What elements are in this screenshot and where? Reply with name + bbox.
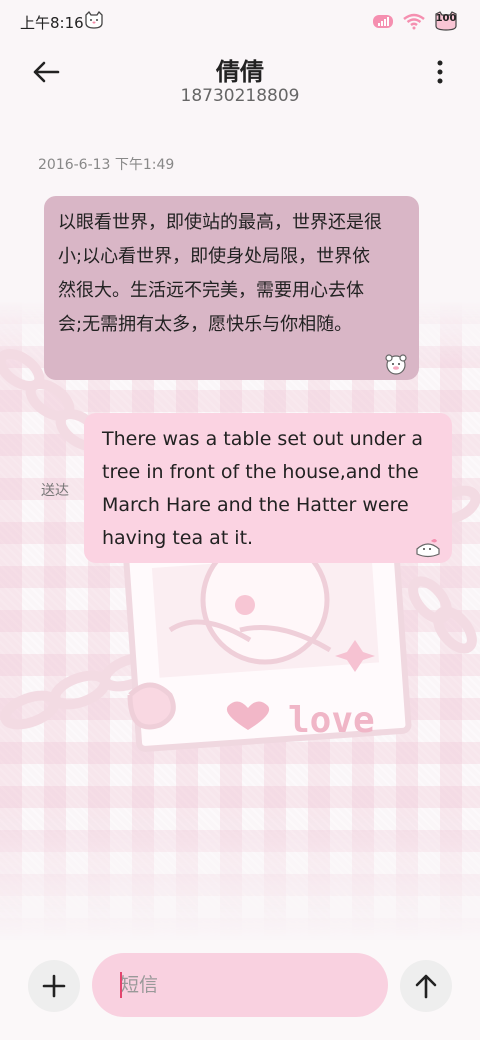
- text-cursor: [120, 972, 122, 998]
- battery-icon: 100: [432, 11, 460, 31]
- cake-sticker-icon: [416, 539, 440, 558]
- status-bar: 上午8:16 100: [0, 0, 480, 42]
- status-time: 上午8:16: [20, 14, 84, 32]
- received-message-text: 以眼看世界，即使站的最高，世界还是很小;以心看世界，即使身处局限，世界依然很大。…: [58, 212, 382, 335]
- svg-text:love: love: [288, 700, 375, 741]
- received-message-bubble[interactable]: 以眼看世界，即使站的最高，世界还是很小;以心看世界，即使身处局限，世界依然很大。…: [44, 196, 419, 380]
- more-options-button[interactable]: [430, 54, 450, 90]
- add-attachment-button[interactable]: [28, 960, 80, 1012]
- bear-sticker-icon: [385, 354, 407, 375]
- delivery-status: 送达: [41, 483, 69, 499]
- signal-icon: [373, 15, 393, 28]
- contact-name: 倩倩: [216, 58, 264, 86]
- arrow-up-icon: [415, 974, 437, 999]
- contact-number: 18730218809: [180, 86, 300, 106]
- battery-level: 100: [435, 13, 457, 24]
- send-button[interactable]: [400, 960, 452, 1012]
- more-vertical-icon: [437, 60, 443, 84]
- sent-message-bubble[interactable]: There was a table set out under a tree i…: [84, 413, 452, 563]
- sent-message-text: There was a table set out under a tree i…: [102, 428, 423, 549]
- wifi-icon: [403, 13, 425, 30]
- kitty-icon: [85, 11, 103, 29]
- message-timestamp: 2016-6-13 下午1:49: [38, 157, 175, 173]
- message-input[interactable]: [92, 953, 388, 1017]
- composer-bar: [0, 940, 480, 1040]
- plus-icon: [42, 974, 66, 998]
- conversation-header: 倩倩 18730218809: [0, 46, 480, 116]
